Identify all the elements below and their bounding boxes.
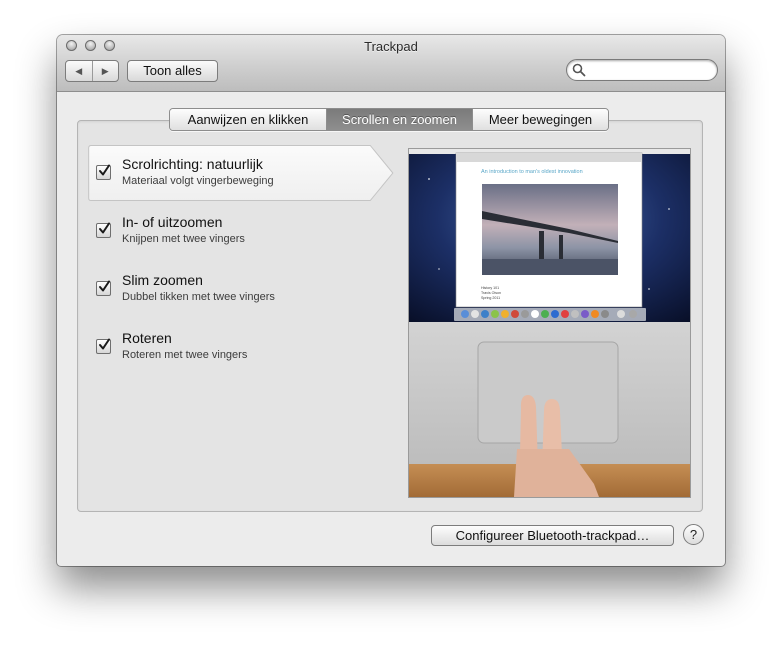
- checkbox-smart-zoom[interactable]: [96, 280, 111, 296]
- preferences-window: Trackpad ◀ ▶ Toon alles Aanwijzen en kli…: [57, 35, 725, 566]
- checkmark-icon: [99, 164, 110, 176]
- configure-bluetooth-trackpad-button[interactable]: Configureer Bluetooth-trackpad…: [431, 525, 674, 546]
- selected-option-highlight: [88, 145, 394, 202]
- option-rotate[interactable]: Roteren Roteren met twee vingers: [87, 319, 400, 377]
- tab-scrollen-en-zoomen[interactable]: Scrollen en zoomen: [326, 109, 472, 130]
- option-title: Roteren: [122, 330, 172, 346]
- checkbox-zoom-in-out[interactable]: [96, 222, 111, 238]
- help-icon[interactable]: ?: [683, 524, 704, 545]
- option-subtitle: Roteren met twee vingers: [122, 349, 248, 361]
- forward-arrow-icon[interactable]: ▶: [91, 61, 119, 81]
- search-field[interactable]: [566, 59, 718, 81]
- tab-aanwijzen-en-klikken[interactable]: Aanwijzen en klikken: [170, 109, 326, 130]
- checkmark-icon: [99, 280, 110, 292]
- title-toolbar: Trackpad ◀ ▶ Toon alles: [57, 35, 725, 92]
- preview-caption-line: History 101: [481, 286, 499, 290]
- option-title: In- of uitzoomen: [122, 214, 223, 230]
- search-icon: [572, 63, 586, 77]
- option-subtitle: Knijpen met twee vingers: [122, 233, 245, 245]
- gesture-options-list: Scrolrichting: natuurlijk Materiaal volg…: [87, 145, 400, 377]
- option-subtitle: Dubbel tikken met twee vingers: [122, 291, 275, 303]
- checkbox-rotate[interactable]: [96, 338, 111, 354]
- checkmark-icon: [99, 222, 110, 234]
- option-smart-zoom[interactable]: Slim zoomen Dubbel tikken met twee vinge…: [87, 261, 400, 319]
- gesture-preview-video: An introduction to man's oldest innovati…: [408, 148, 691, 498]
- option-scroll-direction[interactable]: Scrolrichting: natuurlijk Materiaal volg…: [87, 145, 400, 203]
- option-subtitle: Materiaal volgt vingerbeweging: [122, 175, 274, 187]
- checkmark-icon: [99, 338, 110, 350]
- show-all-button[interactable]: Toon alles: [127, 60, 218, 82]
- checkbox-scroll-direction[interactable]: [96, 164, 111, 180]
- option-title: Slim zoomen: [122, 272, 203, 288]
- preview-caption-line: Travis Olson: [481, 291, 501, 295]
- preview-doc-heading: An introduction to man's oldest innovati…: [481, 169, 583, 175]
- option-title: Scrolrichting: natuurlijk: [122, 156, 263, 172]
- tab-meer-bewegingen[interactable]: Meer bewegingen: [472, 109, 608, 130]
- tab-bar: Aanwijzen en klikken Scrollen en zoomen …: [169, 108, 609, 131]
- preview-caption-line: Spring 2011: [481, 296, 500, 300]
- search-input[interactable]: [589, 62, 713, 79]
- nav-back-forward: ◀ ▶: [65, 60, 119, 82]
- window-title: Trackpad: [364, 39, 418, 54]
- option-zoom-in-out[interactable]: In- of uitzoomen Knijpen met twee vinger…: [87, 203, 400, 261]
- preview-illustration: An introduction to man's oldest innovati…: [409, 149, 690, 497]
- back-arrow-icon[interactable]: ◀: [66, 61, 92, 81]
